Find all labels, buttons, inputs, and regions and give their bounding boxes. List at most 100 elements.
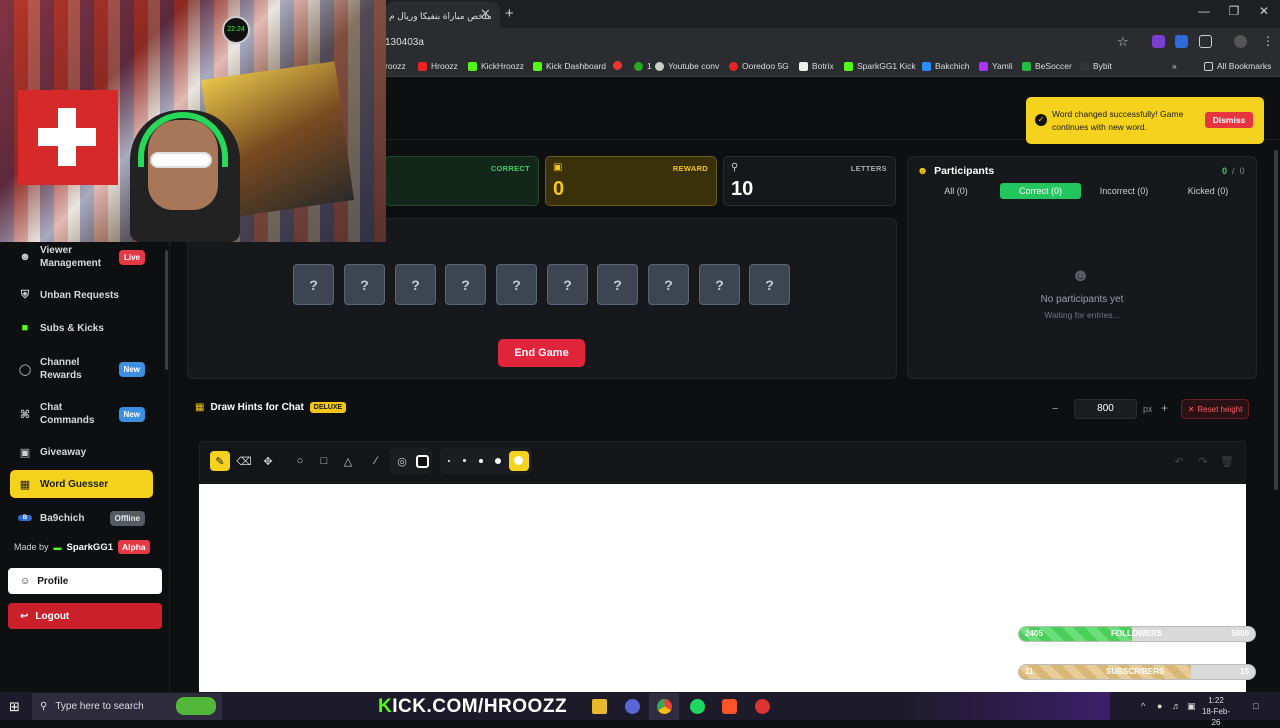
kick-channel-text: KICK.COM/HROOZZ <box>378 696 568 717</box>
page-scrollbar[interactable] <box>1274 150 1278 490</box>
bookmark-item[interactable]: Kick Dashboard <box>533 61 606 71</box>
bookmark-item[interactable]: Hroozz <box>418 61 458 71</box>
bookmark-item[interactable]: SparkGG1 Kick <box>844 61 916 71</box>
drawing-canvas[interactable] <box>199 484 1246 692</box>
menu-dots-icon[interactable]: ⋮ <box>1262 34 1274 48</box>
author-name[interactable]: SparkGG1 <box>67 542 113 553</box>
new-tab-icon[interactable]: + <box>505 5 514 22</box>
bookmark-item[interactable]: roozz <box>385 61 406 71</box>
letter-slot: ? <box>395 264 436 305</box>
redo-icon[interactable]: ↷ <box>1193 451 1213 471</box>
move-icon[interactable]: ✥ <box>258 451 278 471</box>
key-icon: ⚲ <box>731 162 739 173</box>
tab-close-icon[interactable]: ✕ <box>480 6 491 22</box>
spotify-icon[interactable] <box>690 699 705 714</box>
bookmark-item[interactable]: Bybit <box>1080 61 1112 71</box>
circle-icon[interactable]: ○ <box>290 451 310 471</box>
gamepad-icon: ▦ <box>19 478 31 491</box>
pencil-icon[interactable]: ✎ <box>210 451 230 471</box>
minimize-icon[interactable]: — <box>1189 4 1219 18</box>
tab-incorrect[interactable]: Incorrect (0) <box>1084 183 1164 199</box>
dismiss-button[interactable]: Dismiss <box>1205 112 1253 128</box>
height-decrease-icon[interactable]: − <box>1052 403 1058 415</box>
bookmark-item[interactable]: Bakchich <box>922 61 970 71</box>
windows-start-icon[interactable]: ⊞ <box>9 699 20 715</box>
sidebar-scrollbar[interactable] <box>165 250 168 370</box>
gift-icon: ▣ <box>553 162 563 173</box>
taskbar-clock[interactable]: 1:22 18-Feb-26 <box>1198 695 1234 728</box>
sidebar-item-viewer-management[interactable]: ☻ Viewer Management Live <box>10 243 153 271</box>
gift-icon: ▣ <box>19 446 31 459</box>
height-increase-icon[interactable]: + <box>1161 401 1168 415</box>
file-explorer-icon[interactable] <box>592 699 607 714</box>
participants-count: 0 / 0 <box>1222 166 1245 176</box>
notifications-icon[interactable]: □ <box>1253 701 1258 711</box>
bookmark-star-icon[interactable]: ☆ <box>1117 34 1129 50</box>
palette-icon[interactable]: ◎ <box>392 451 412 471</box>
sidebar-item-unban-requests[interactable]: ⛨ Unban Requests <box>10 281 153 309</box>
volume-icon[interactable]: ♬ <box>1172 701 1181 711</box>
taskbar-glow <box>900 692 1110 720</box>
brave-icon[interactable] <box>722 699 737 714</box>
swiss-flag <box>18 90 118 185</box>
network-icon[interactable]: ▣ <box>1187 701 1196 712</box>
webcam-clock: 22:24 <box>222 16 250 44</box>
sidebar-item-ba9chich[interactable]: B Ba9chich Offline <box>10 504 153 532</box>
sidebar-item-channel-rewards[interactable]: ◯ Channel Rewards New <box>10 354 153 384</box>
close-window-icon[interactable]: ✕ <box>1249 4 1279 18</box>
color-swatch[interactable] <box>412 451 432 471</box>
url-text[interactable]: 130403a <box>385 37 424 48</box>
trash-icon[interactable]: 🗑 <box>1217 451 1237 471</box>
reset-height-button[interactable]: ✕ Reset height <box>1181 399 1249 419</box>
letter-slot: ? <box>547 264 588 305</box>
logout-icon: ↩ <box>20 610 29 622</box>
undo-icon[interactable]: ↶ <box>1169 451 1189 471</box>
sidebar-item-giveaway[interactable]: ▣ Giveaway <box>10 438 153 466</box>
profile-button[interactable]: ☺ Profile <box>8 568 162 594</box>
profile-avatar-icon[interactable] <box>1234 35 1247 48</box>
all-bookmarks[interactable]: All Bookmarks <box>1204 61 1271 71</box>
line-icon[interactable]: ∕ <box>366 451 386 471</box>
square-icon[interactable]: □ <box>314 451 334 471</box>
bookmark-item[interactable]: KickHroozz <box>468 61 524 71</box>
logout-button[interactable]: ↩ Logout <box>8 603 162 629</box>
sidebar-item-chat-commands[interactable]: ⌘ Chat Commands New <box>10 399 153 429</box>
height-input[interactable]: 800 <box>1074 399 1137 419</box>
bookmark-item[interactable]: BeSoccer <box>1022 61 1072 71</box>
triangle-icon[interactable]: △ <box>338 451 358 471</box>
end-game-button[interactable]: End Game <box>498 339 585 367</box>
extension-icon[interactable] <box>1175 35 1188 48</box>
new-badge: New <box>118 361 145 377</box>
deluxe-badge: DELUXE <box>309 402 347 413</box>
sidebar-item-subs-kicks[interactable]: ■ Subs & Kicks <box>10 314 153 342</box>
letter-slot: ? <box>293 264 334 305</box>
tab-correct[interactable]: Correct (0) <box>1000 183 1081 199</box>
letter-slot: ? <box>699 264 740 305</box>
bookmark-item[interactable]: 1 <box>634 61 652 71</box>
tray-chevron-icon[interactable]: ^ <box>1141 701 1145 711</box>
bookmark-item[interactable]: Ooredoo 5G <box>729 61 789 71</box>
eraser-icon[interactable]: ⌫ <box>234 451 254 471</box>
restore-icon[interactable]: ❐ <box>1219 4 1249 18</box>
check-icon: ✓ <box>1035 114 1047 126</box>
sidebar-item-word-guesser[interactable]: ▦ Word Guesser <box>10 470 153 498</box>
bookmark-item[interactable] <box>613 61 622 70</box>
tray-app-icon[interactable]: ● <box>1157 701 1162 711</box>
extensions-puzzle-icon[interactable] <box>1199 35 1212 48</box>
brush-size-xl[interactable] <box>509 451 529 471</box>
tab-all[interactable]: All (0) <box>917 183 995 199</box>
empty-subtitle: Waiting for entries... <box>1044 310 1120 320</box>
empty-title: No participants yet <box>1040 294 1124 305</box>
bookmark-item[interactable]: Youtube conv <box>655 61 719 71</box>
draw-hints-header: ▦ Draw Hints for Chat DELUXE <box>195 402 347 413</box>
app-icon[interactable] <box>755 699 770 714</box>
bookmark-item[interactable]: Botrix <box>799 61 834 71</box>
mask-decoration <box>176 697 216 715</box>
app-icon[interactable] <box>625 699 640 714</box>
tab-kicked[interactable]: Kicked (0) <box>1168 183 1248 199</box>
brush-size-l[interactable] <box>488 451 508 471</box>
extension-icon[interactable] <box>1152 35 1165 48</box>
bookmarks-overflow-icon[interactable]: » <box>1172 61 1177 71</box>
bookmark-item[interactable]: Yamli <box>979 61 1013 71</box>
chrome-icon[interactable] <box>657 699 672 714</box>
